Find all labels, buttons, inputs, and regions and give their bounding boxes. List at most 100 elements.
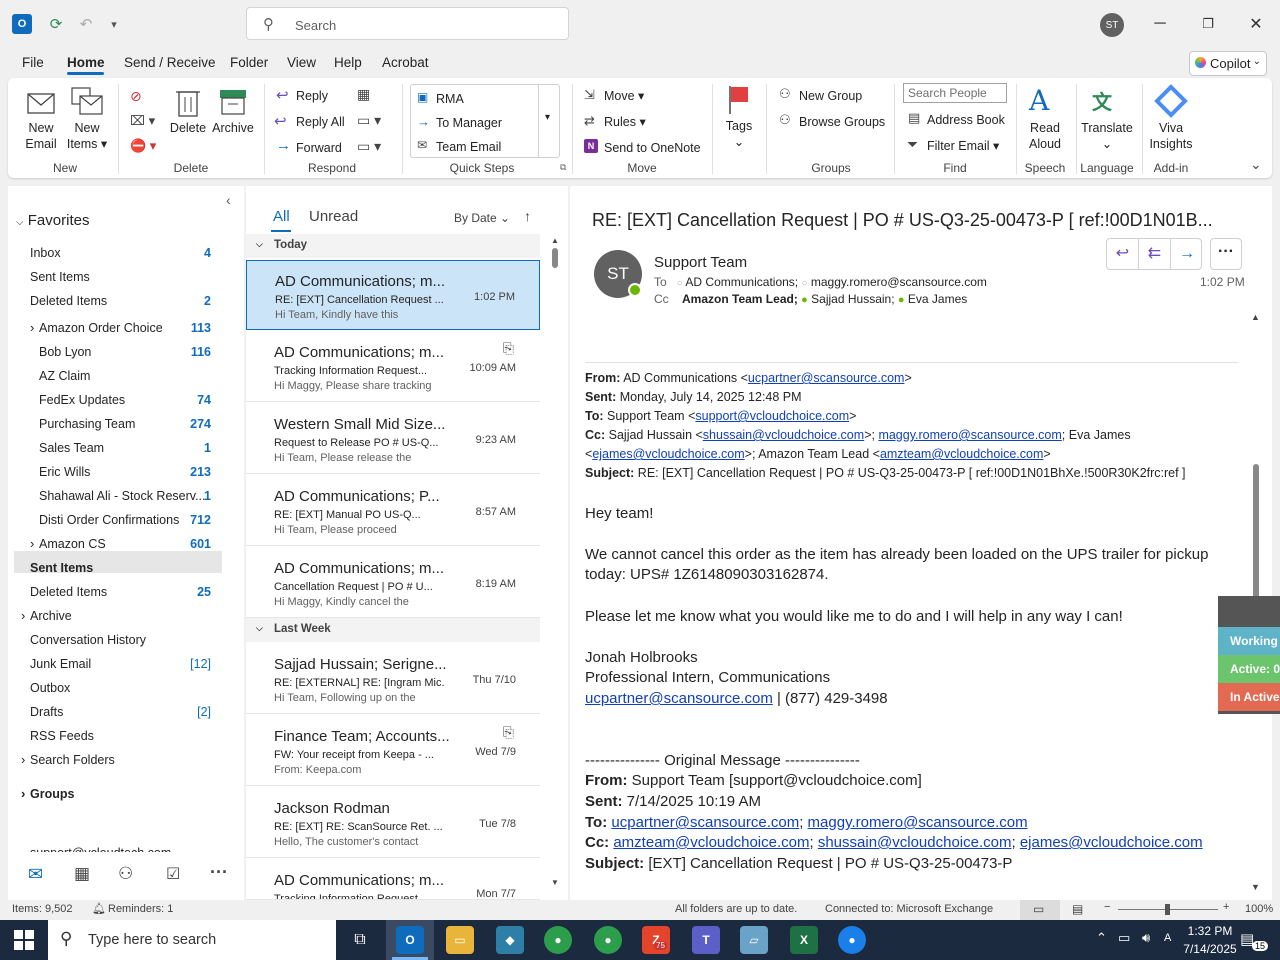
to-recipient[interactable]: AD Communications;	[685, 275, 798, 289]
outlook-taskbar-icon[interactable]: O	[396, 926, 424, 954]
quickstep-rma[interactable]: RMA	[436, 91, 464, 107]
list-scrollbar[interactable]: ▲ ▼	[550, 236, 560, 890]
address-book-button[interactable]: Address Book	[927, 112, 1005, 128]
undo-icon[interactable]: ↶	[76, 14, 96, 34]
reply-icon[interactable]: ↩	[1107, 239, 1139, 269]
sort-direction-icon[interactable]: ↑	[524, 208, 531, 224]
active-status[interactable]: Active: 0	[1218, 655, 1280, 683]
folder-sent-items[interactable]: Sent Items	[30, 561, 93, 575]
quickstep-to-manager[interactable]: To Manager	[436, 115, 502, 131]
folder-fedex-updates[interactable]: FedEx Updates	[39, 393, 125, 407]
tray-chevron-icon[interactable]: ⌃	[1096, 930, 1107, 946]
chrome-profile-icon[interactable]: ●	[594, 926, 622, 954]
collapse-pane-icon[interactable]: ‹	[226, 192, 231, 208]
quick-steps-expand-icon[interactable]: ▾	[538, 84, 560, 158]
email-link[interactable]: support@vcloudchoice.com	[695, 409, 849, 423]
account-avatar[interactable]: ST	[1100, 13, 1124, 37]
folder-conversation-history[interactable]: Conversation History	[30, 633, 146, 647]
email-link[interactable]: ucpartner@scansource.com	[585, 690, 773, 707]
dialog-launcher-icon[interactable]: ⧉	[560, 162, 566, 173]
zoom-slider-thumb[interactable]	[1165, 904, 1170, 915]
delete-button[interactable]: Delete	[166, 120, 210, 136]
email-link[interactable]: maggy.romero@scansource.com	[808, 814, 1028, 831]
task-view-icon[interactable]: ⧉	[346, 926, 374, 954]
menu-home[interactable]: Home	[67, 55, 105, 70]
message-item[interactable]: AD Communications; m... Cancellation Requ…	[246, 548, 540, 618]
teams-icon[interactable]: T	[692, 926, 720, 954]
new-email-button[interactable]: New Email	[20, 120, 62, 152]
rules-button[interactable]: Rules ▾	[604, 114, 646, 130]
favorites-header[interactable]: ⌵ Favorites	[16, 212, 89, 229]
restore-icon[interactable]: ❐	[1196, 12, 1220, 36]
zoom-in-icon[interactable]: +	[1223, 901, 1229, 913]
clock-time[interactable]: 1:32 PM	[1182, 924, 1238, 938]
cleanup-icon[interactable]: ⌧ ▾	[130, 113, 155, 129]
calendar-icon[interactable]: ▦	[74, 864, 90, 884]
close-icon[interactable]: ✕	[1244, 12, 1268, 36]
volume-icon[interactable]: 🔊︎	[1142, 930, 1150, 946]
cc-recipient[interactable]: Amazon Team Lead;	[682, 292, 798, 306]
folder-junk-email[interactable]: Junk Email	[30, 657, 91, 671]
menu-help[interactable]: Help	[334, 55, 362, 70]
windows-start-icon[interactable]	[14, 930, 34, 950]
folder-az-claim[interactable]: AZ Claim	[39, 369, 90, 383]
forward-button[interactable]: Forward	[296, 140, 342, 156]
folder-sent-items[interactable]: Sent Items	[30, 270, 90, 284]
menu-acrobat[interactable]: Acrobat	[382, 55, 429, 70]
new-group-button[interactable]: New Group	[799, 88, 862, 104]
reply-button[interactable]: Reply	[296, 88, 328, 104]
message-item[interactable]: AD Communications; P... RE: [EXT] Manual …	[246, 476, 540, 546]
search-box[interactable]: ⚲ Search	[246, 7, 569, 40]
menu-send-receive[interactable]: Send / Receive	[124, 55, 216, 70]
new-items-button[interactable]: New Items ▾	[66, 120, 108, 152]
filter-email-button[interactable]: Filter Email ▾	[927, 138, 999, 154]
folder-eric-wills[interactable]: Eric Wills	[39, 465, 90, 479]
message-item[interactable]: AD Communications; m... RE: [EXT] Cancell…	[246, 260, 540, 330]
more-respond-icon[interactable]: ▭ ▾	[357, 138, 381, 155]
copilot-button[interactable]: Copilot ⌄	[1189, 51, 1267, 76]
email-link[interactable]: shussain@vcloudchoice.com	[703, 428, 864, 442]
taskbar-search[interactable]: ⚲ Type here to search	[48, 920, 336, 960]
reminders-count[interactable]: Reminders: 1	[108, 903, 173, 915]
reading-view-icon[interactable]: ▤	[1072, 902, 1083, 916]
reply-all-icon[interactable]: ⇇	[1139, 239, 1171, 269]
folder-archive[interactable]: › Archive	[21, 608, 72, 623]
folder-sales-team[interactable]: Sales Team	[39, 441, 104, 455]
mail-icon[interactable]: ✉	[28, 864, 43, 885]
message-item[interactable]: Sajjad Hussain; Serigne... RE: [EXTERNAL]…	[246, 644, 540, 714]
browse-groups-button[interactable]: Browse Groups	[799, 114, 885, 130]
folder-purchasing-team[interactable]: Purchasing Team	[39, 417, 135, 431]
reply-all-button[interactable]: Reply All	[296, 114, 345, 130]
send-to-onenote-button[interactable]: Send to OneNote	[604, 140, 701, 156]
email-link[interactable]: ucpartner@scansource.com	[611, 814, 799, 831]
tab-unread[interactable]: Unread	[309, 208, 358, 225]
app-icon[interactable]: ▱	[740, 926, 768, 954]
to-recipient[interactable]: maggy.romero@scansource.com	[811, 275, 987, 289]
inactive-status[interactable]: In Active	[1218, 683, 1280, 711]
email-link[interactable]: maggy.romero@scansource.com	[878, 428, 1061, 442]
email-link[interactable]: amzteam@vcloudchoice.com	[880, 447, 1043, 461]
ignore-icon[interactable]: ⊘	[130, 88, 142, 105]
folder-deleted-items[interactable]: Deleted Items	[30, 294, 107, 308]
email-link[interactable]: ucpartner@scansource.com	[748, 371, 905, 385]
im-icon[interactable]: ▭ ▾	[357, 112, 381, 129]
more-apps-icon[interactable]: ···	[210, 862, 228, 883]
more-actions-icon[interactable]: ···	[1210, 238, 1242, 270]
tasks-icon[interactable]: ☑	[166, 864, 180, 884]
menu-folder[interactable]: Folder	[230, 55, 268, 70]
folder-rss-feeds[interactable]: RSS Feeds	[30, 729, 94, 743]
section-today[interactable]: ⌵ Today	[246, 234, 540, 258]
folder-outbox[interactable]: Outbox	[30, 681, 70, 695]
zoom-out-icon[interactable]: −	[1104, 901, 1110, 913]
quickstep-team-email[interactable]: Team Email	[436, 139, 501, 155]
minimize-icon[interactable]: ─	[1148, 12, 1172, 36]
email-link[interactable]: shussain@vcloudchoice.com	[818, 834, 1012, 851]
move-button[interactable]: Move ▾	[604, 88, 644, 104]
excel-icon[interactable]: X	[790, 926, 818, 954]
cc-recipient[interactable]: Eva James	[908, 292, 967, 306]
folder-groups[interactable]: › Groups	[21, 786, 74, 801]
translate-button[interactable]: Translate ⌄	[1080, 120, 1134, 152]
archive-button[interactable]: Archive	[210, 120, 256, 136]
viva-insights-button[interactable]: Viva Insights	[1146, 120, 1196, 152]
email-link[interactable]: ejames@vcloudchoice.com	[592, 447, 744, 461]
